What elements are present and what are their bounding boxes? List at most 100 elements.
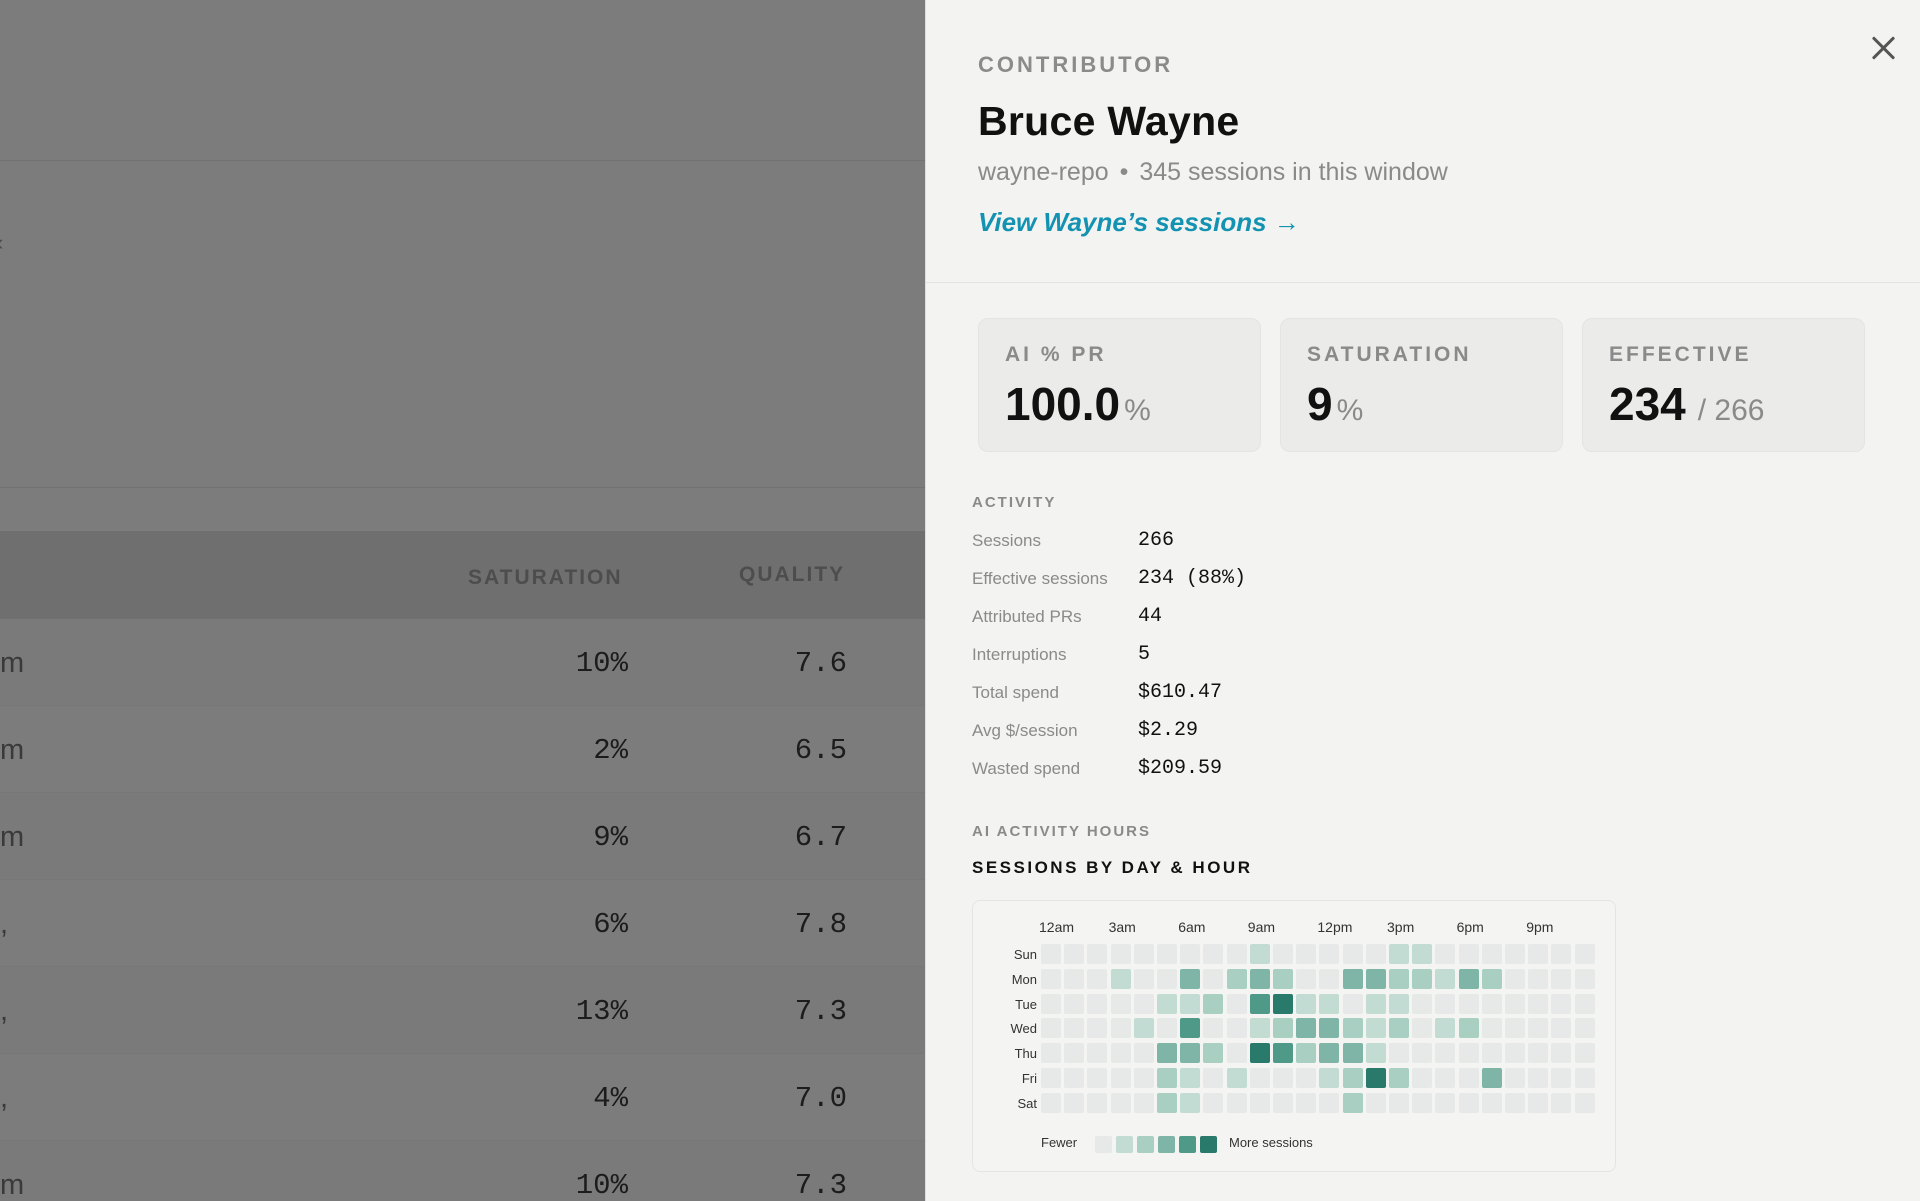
heatmap-cell[interactable] [1365,993,1386,1014]
heatmap-cell[interactable] [1342,944,1363,964]
heatmap-cell[interactable] [1180,993,1201,1014]
heatmap-cell[interactable] [1110,993,1131,1014]
heatmap-cell[interactable] [1180,1018,1201,1039]
heatmap-cell[interactable] [1249,1043,1270,1064]
heatmap-cell[interactable] [1412,993,1433,1014]
heatmap-cell[interactable] [1273,993,1293,1014]
heatmap-cell[interactable] [1087,1092,1108,1113]
heatmap-cell[interactable] [1342,1068,1363,1088]
heatmap-cell[interactable] [1528,944,1549,964]
heatmap-cell[interactable] [1574,1092,1595,1113]
heatmap-cell[interactable] [1203,1018,1224,1039]
heatmap-cell[interactable] [1041,1068,1061,1088]
heatmap-cell[interactable] [1110,1043,1131,1064]
heatmap-cell[interactable] [1296,1092,1317,1113]
heatmap-cell[interactable] [1319,993,1340,1014]
heatmap-cell[interactable] [1574,944,1595,964]
heatmap-cell[interactable] [1389,1068,1409,1088]
heatmap-cell[interactable] [1249,1018,1270,1039]
heatmap-cell[interactable] [1064,993,1085,1014]
heatmap-cell[interactable] [1226,1092,1247,1113]
heatmap-cell[interactable] [1249,944,1270,964]
heatmap-cell[interactable] [1458,1018,1479,1039]
heatmap-cell[interactable] [1319,968,1340,989]
heatmap-cell[interactable] [1296,1018,1317,1039]
heatmap-cell[interactable] [1342,968,1363,989]
heatmap-cell[interactable] [1481,1018,1502,1039]
column-header-saturation[interactable]: SATURATION [468,566,623,590]
heatmap-cell[interactable] [1226,968,1247,989]
heatmap-cell[interactable] [1087,993,1108,1014]
heatmap-cell[interactable] [1157,993,1177,1014]
heatmap-cell[interactable] [1505,1043,1525,1064]
heatmap-cell[interactable] [1458,1043,1479,1064]
heatmap-cell[interactable] [1319,1068,1340,1088]
heatmap-cell[interactable] [1273,968,1293,989]
heatmap-cell[interactable] [1505,1092,1525,1113]
heatmap-cell[interactable] [1574,1043,1595,1064]
heatmap-cell[interactable] [1435,1068,1456,1088]
heatmap-cell[interactable] [1041,1018,1061,1039]
heatmap-cell[interactable] [1528,968,1549,989]
heatmap-cell[interactable] [1551,1068,1572,1088]
heatmap-cell[interactable] [1157,1092,1177,1113]
heatmap-cell[interactable] [1319,1092,1340,1113]
heatmap-cell[interactable] [1319,1018,1340,1039]
heatmap-cell[interactable] [1157,1018,1177,1039]
background-overlay[interactable]: ‹ SATURATION QUALITY m 10% 7.6 m 2% 6.5 m 9% 6.7… [0,0,925,1201]
background-table-row[interactable]: m 10% 7.3 [0,1141,925,1201]
background-table-row[interactable]: m 9% 6.7 [0,793,925,880]
heatmap-cell[interactable] [1389,993,1409,1014]
heatmap-cell[interactable] [1528,993,1549,1014]
heatmap-cell[interactable] [1342,1018,1363,1039]
heatmap-cell[interactable] [1087,968,1108,989]
heatmap-cell[interactable] [1481,944,1502,964]
heatmap-cell[interactable] [1412,968,1433,989]
heatmap-cell[interactable] [1528,1043,1549,1064]
heatmap-cell[interactable] [1226,944,1247,964]
heatmap-cell[interactable] [1133,1043,1154,1064]
heatmap-cell[interactable] [1133,1092,1154,1113]
heatmap-cell[interactable] [1365,968,1386,989]
heatmap-cell[interactable] [1226,1043,1247,1064]
heatmap-cell[interactable] [1157,1043,1177,1064]
heatmap-cell[interactable] [1365,1018,1386,1039]
heatmap-cell[interactable] [1203,1043,1224,1064]
background-table-row[interactable]: m 2% 6.5 [0,706,925,793]
heatmap-cell[interactable] [1296,944,1317,964]
heatmap-cell[interactable] [1110,968,1131,989]
heatmap-cell[interactable] [1389,944,1409,964]
heatmap-cell[interactable] [1064,1092,1085,1113]
heatmap-cell[interactable] [1551,993,1572,1014]
background-table-row[interactable]: m 10% 7.6 [0,619,925,706]
heatmap-cell[interactable] [1157,968,1177,989]
heatmap-cell[interactable] [1180,1092,1201,1113]
heatmap-cell[interactable] [1157,1068,1177,1088]
heatmap-cell[interactable] [1458,1092,1479,1113]
heatmap-cell[interactable] [1412,944,1433,964]
background-table-row[interactable]: , 13% 7.3 [0,967,925,1054]
heatmap-cell[interactable] [1203,968,1224,989]
heatmap-cell[interactable] [1273,1068,1293,1088]
heatmap-cell[interactable] [1389,968,1409,989]
heatmap-cell[interactable] [1180,968,1201,989]
heatmap-cell[interactable] [1528,1018,1549,1039]
heatmap-cell[interactable] [1458,993,1479,1014]
heatmap-cell[interactable] [1574,993,1595,1014]
heatmap-cell[interactable] [1110,1092,1131,1113]
heatmap-cell[interactable] [1551,1018,1572,1039]
heatmap-cell[interactable] [1551,1092,1572,1113]
heatmap-cell[interactable] [1064,944,1085,964]
heatmap-cell[interactable] [1505,968,1525,989]
background-table-row[interactable]: , 6% 7.8 [0,880,925,967]
heatmap-cell[interactable] [1133,1068,1154,1088]
heatmap-cell[interactable] [1273,1018,1293,1039]
heatmap-cell[interactable] [1342,1092,1363,1113]
heatmap-cell[interactable] [1180,1043,1201,1064]
heatmap-cell[interactable] [1110,1068,1131,1088]
heatmap-cell[interactable] [1458,968,1479,989]
heatmap-cell[interactable] [1365,1092,1386,1113]
view-sessions-link[interactable]: View Wayne’s sessions → [978,207,1300,238]
heatmap-cell[interactable] [1342,993,1363,1014]
heatmap-cell[interactable] [1249,968,1270,989]
